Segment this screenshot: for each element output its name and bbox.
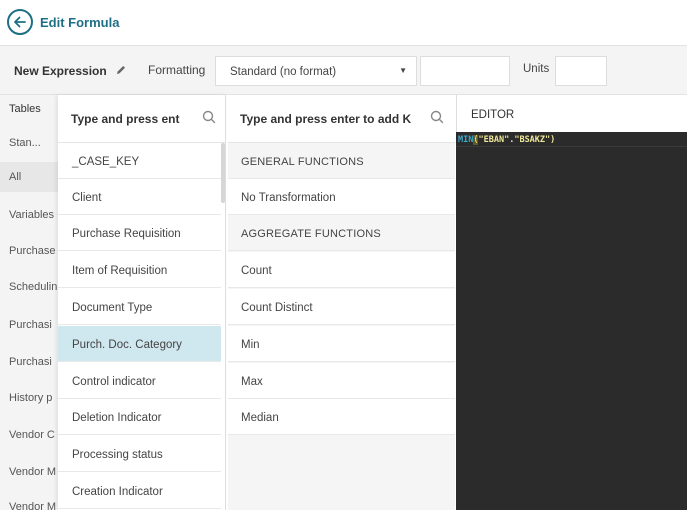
- back-button[interactable]: [7, 9, 33, 35]
- function-item[interactable]: No Transformation: [228, 179, 455, 215]
- functions-search[interactable]: Type and press enter to add K: [228, 95, 455, 143]
- key-item[interactable]: Deletion Indicator: [58, 399, 221, 435]
- table-item[interactable]: History p: [0, 392, 58, 404]
- key-item[interactable]: Processing status: [58, 436, 221, 472]
- code-paren: ): [550, 135, 556, 145]
- format-input[interactable]: [420, 56, 510, 86]
- editor-header: EDITOR: [456, 95, 687, 132]
- key-item[interactable]: Document Type: [58, 289, 221, 325]
- keys-panel: Type and press ent _CASE_KEY Client Purc…: [58, 95, 226, 510]
- chevron-down-icon: ▼: [399, 66, 407, 75]
- formatting-value: Standard (no format): [230, 66, 337, 78]
- table-item[interactable]: Vendor M: [0, 466, 58, 478]
- function-group-header: GENERAL FUNCTIONS: [228, 143, 455, 179]
- keys-scrollbar[interactable]: [221, 143, 225, 203]
- table-item[interactable]: Vendor C: [0, 429, 58, 441]
- function-group-header: AGGREGATE FUNCTIONS: [228, 215, 455, 251]
- formatting-label: Formatting: [148, 63, 206, 77]
- units-label: Units: [523, 63, 550, 75]
- code-table: "EBAN": [478, 135, 510, 145]
- key-item[interactable]: Item of Requisition: [58, 252, 221, 288]
- table-item[interactable]: Purchase: [0, 245, 58, 257]
- tables-header: Tables: [9, 103, 41, 115]
- code-column: "BSAKZ": [514, 135, 551, 145]
- units-input[interactable]: [555, 56, 607, 86]
- function-item[interactable]: Median: [228, 399, 455, 435]
- code-function: MIN: [458, 135, 474, 145]
- page-title: Edit Formula: [40, 15, 120, 30]
- editor-code-line[interactable]: MIN("EBAN"."BSAKZ"): [458, 135, 555, 145]
- code-editor[interactable]: MIN("EBAN"."BSAKZ"): [456, 132, 687, 510]
- table-item[interactable]: Schedulin: [0, 281, 58, 293]
- key-item[interactable]: Client: [58, 179, 221, 215]
- function-item[interactable]: Min: [228, 326, 455, 362]
- formatting-select[interactable]: Standard (no format) ▼: [215, 56, 417, 86]
- formula-toolbar: New Expression Formatting Standard (no f…: [0, 45, 687, 95]
- table-item[interactable]: Purchasi: [0, 319, 58, 331]
- functions-panel: Type and press enter to add K GENERAL FU…: [228, 95, 455, 510]
- functions-search-input[interactable]: Type and press enter to add K: [240, 112, 416, 126]
- key-item[interactable]: Control indicator: [58, 363, 221, 399]
- function-item[interactable]: Max: [228, 363, 455, 399]
- key-item[interactable]: Creation Indicator: [58, 473, 221, 509]
- table-item[interactable]: Vendor M: [0, 501, 58, 510]
- table-item[interactable]: Purchasi: [0, 356, 58, 368]
- expression-name[interactable]: New Expression: [14, 64, 107, 78]
- table-item[interactable]: Variables: [0, 209, 58, 221]
- pencil-icon[interactable]: [115, 64, 127, 76]
- table-item[interactable]: All: [0, 162, 58, 192]
- keys-search-input[interactable]: Type and press ent: [71, 112, 181, 126]
- key-item[interactable]: _CASE_KEY: [58, 143, 221, 179]
- key-item[interactable]: Purchase Requisition: [58, 215, 221, 251]
- editor-line-highlight: [456, 146, 687, 147]
- function-item[interactable]: Count: [228, 252, 455, 288]
- search-icon[interactable]: [430, 110, 444, 124]
- key-item-selected[interactable]: Purch. Doc. Category: [58, 326, 221, 362]
- function-item[interactable]: Count Distinct: [228, 289, 455, 325]
- editor-title: EDITOR: [471, 109, 515, 121]
- table-item[interactable]: Stan...: [0, 137, 58, 149]
- keys-search[interactable]: Type and press ent: [58, 95, 225, 143]
- search-icon[interactable]: [202, 110, 216, 124]
- arrow-left-icon: [14, 16, 26, 28]
- tables-column: Tables Stan... All Variables Purchase Sc…: [0, 95, 58, 510]
